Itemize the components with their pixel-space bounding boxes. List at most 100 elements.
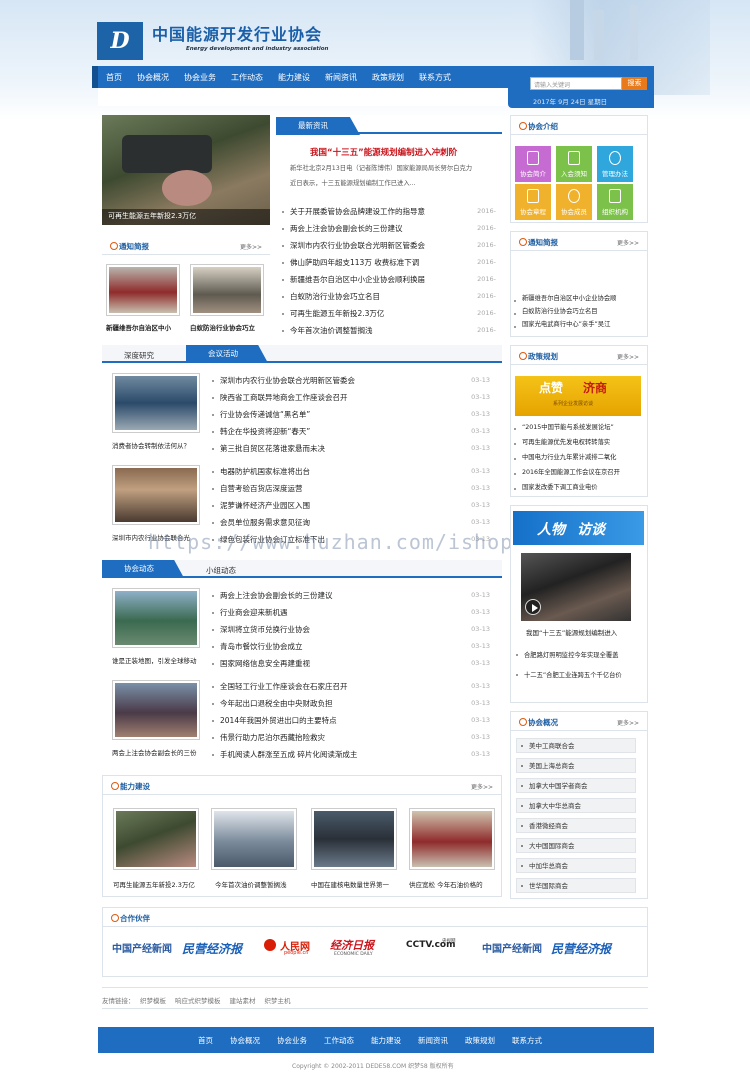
news-item-title[interactable]: 白蚁防治行业协会巧立名目 xyxy=(290,292,380,301)
notice-caption-2[interactable]: 白蚁防治行业协会巧立 xyxy=(190,322,268,332)
interview-banner[interactable]: 人物 访谈 xyxy=(513,511,644,545)
nav-item[interactable]: 协会业务 xyxy=(184,72,216,83)
list-item[interactable]: 合肥路灯照明监控今年实现全覆盖 xyxy=(514,646,644,666)
list-item-title[interactable]: 行业协会传递诚信“黑名单” xyxy=(220,410,310,419)
headline-link[interactable]: 我国“十三五”能源规划编制进入冲刺阶 xyxy=(310,146,457,158)
list-item[interactable]: 新疆维吾尔自治区中小企业协会顺 xyxy=(512,292,644,305)
list-item-title[interactable]: 深圳将立货币兑换行业协会 xyxy=(220,625,310,634)
list-item[interactable]: 国家发改委下调工商业电价 xyxy=(512,480,644,495)
list-item-title[interactable]: 青岛市餐饮行业协会成立 xyxy=(220,642,303,651)
news-item-title[interactable]: 新疆维吾尔自治区中小企业协会顺利换届 xyxy=(290,275,425,284)
list-item[interactable]: 手机阅读人群涨至五成 碎片化阅读渐成主 03-13 xyxy=(210,746,490,763)
list-item[interactable]: 韩企在华投资将迎新“春天” 03-13 xyxy=(210,423,490,440)
news-item-title[interactable]: 佛山萨助四年超支113万 收费标准下调 xyxy=(290,258,419,267)
list-item[interactable]: 泥萝谦怀经济产业园区入围 03-13 xyxy=(210,497,490,514)
capacity-photo-4[interactable] xyxy=(409,808,495,870)
assoc-item[interactable]: 加拿大中华总商会 xyxy=(516,798,636,813)
activity-photo-2[interactable] xyxy=(112,680,200,740)
capacity-photo-2[interactable] xyxy=(211,808,297,870)
list-item-title[interactable]: 电器防护机国家标准将出台 xyxy=(220,467,310,476)
list-item-title[interactable]: 手机阅读人群涨至五成 碎片化阅读渐成主 xyxy=(220,750,357,759)
intro-icon-profile[interactable]: 协会简介 xyxy=(515,146,551,182)
meeting-photo-1[interactable] xyxy=(112,373,200,433)
list-item-title[interactable]: 全国轻工行业工作座谈会在石家庄召开 xyxy=(220,682,348,691)
site-logo[interactable]: D xyxy=(97,22,143,60)
capacity-caption-1[interactable]: 可再生能源五年新投2.3万亿 xyxy=(113,879,203,889)
intro-icon-members[interactable]: 协会成员 xyxy=(556,184,592,220)
nav-item[interactable]: 联系方式 xyxy=(419,72,451,83)
meeting-photo-2[interactable] xyxy=(112,465,200,525)
list-item[interactable]: 国家光电武商行中心”亲手”吴江 xyxy=(512,318,644,331)
footer-nav-item[interactable]: 能力建设 xyxy=(371,1035,401,1046)
list-item[interactable]: 2016年全国能源工作会议在京召开 xyxy=(512,465,644,480)
friend-link[interactable]: 建站素材 xyxy=(230,995,256,1005)
news-item-title[interactable]: 可再生能源五年新投2.3万亿 xyxy=(290,309,384,318)
partner-logo-4[interactable]: 经济日报 ECONOMIC DAILY xyxy=(330,937,396,961)
news-item-title[interactable]: 深圳市内农行业协会联合光明新区管委会 xyxy=(290,241,425,250)
list-item[interactable]: 全国轻工行业工作座谈会在石家庄召开 03-13 xyxy=(210,678,490,695)
search-button[interactable]: 搜索 xyxy=(622,77,647,90)
news-item[interactable]: 佛山萨助四年超支113万 收费标准下调 2016- xyxy=(280,254,496,271)
list-item[interactable]: 中国电力行业九年累计减排二氧化 xyxy=(512,450,644,465)
footer-nav-item[interactable]: 协会业务 xyxy=(277,1035,307,1046)
capacity-caption-3[interactable]: 中国在建核电数量世界第一 xyxy=(311,879,401,889)
assoc-item[interactable]: 大中国国际商会 xyxy=(516,838,636,853)
list-item[interactable]: 2014年我国外贸进出口的主要特点 03-13 xyxy=(210,712,490,729)
activity-photo-1[interactable] xyxy=(112,588,200,648)
capacity-more-link[interactable]: 更多>> xyxy=(471,782,493,791)
notice-photo-2[interactable] xyxy=(190,264,264,316)
list-item[interactable]: 深圳将立货币兑换行业协会 03-13 xyxy=(210,621,490,638)
assoc-item[interactable]: 香港微经商会 xyxy=(516,818,636,833)
news-item[interactable]: 可再生能源五年新投2.3万亿 2016- xyxy=(280,305,496,322)
interview-video[interactable] xyxy=(521,553,631,621)
partner-logo-7[interactable]: 民营经济报 xyxy=(551,940,611,957)
list-item-title[interactable]: 会员单位服务需求意见征询 xyxy=(220,518,310,527)
tab-group-news[interactable]: 小组动态 xyxy=(206,565,236,576)
intro-icon-charter[interactable]: 协会章程 xyxy=(515,184,551,220)
partner-logo-1[interactable]: 中国产经新闻 xyxy=(112,940,172,955)
play-icon[interactable] xyxy=(525,599,541,615)
list-item[interactable]: 深圳市内农行业协会联合光明新区管委会 03-13 xyxy=(210,372,490,389)
partner-logo-5[interactable]: CCTV.com 央视网 xyxy=(406,938,468,960)
list-item[interactable]: 今年起出口退税全由中央财政负担 03-13 xyxy=(210,695,490,712)
list-item[interactable]: 行业商会迎来新机遇 03-13 xyxy=(210,604,490,621)
assoc-more-link[interactable]: 更多>> xyxy=(617,718,639,727)
intro-icon-org[interactable]: 组织机构 xyxy=(597,184,633,220)
footer-nav-item[interactable]: 政策规划 xyxy=(465,1035,495,1046)
assoc-item[interactable]: 美中工商联合会 xyxy=(516,738,636,753)
notice-right-more-link[interactable]: 更多>> xyxy=(617,238,639,247)
list-item[interactable]: “2015中国节能与系统发展论坛” xyxy=(512,420,644,435)
news-item-title[interactable]: 今年首次油价调整暂搁浅 xyxy=(290,326,373,335)
policy-banner[interactable]: 点赞 济商 系列企业发展访谈 xyxy=(515,376,641,416)
list-item-title[interactable]: 泥萝谦怀经济产业园区入围 xyxy=(220,501,310,510)
list-item[interactable]: 青岛市餐饮行业协会成立 03-13 xyxy=(210,638,490,655)
list-item-title[interactable]: 陕西省工商联异地商会工作座谈会召开 xyxy=(220,393,348,402)
footer-nav-item[interactable]: 工作动态 xyxy=(324,1035,354,1046)
featured-caption[interactable]: 可再生能源五年新投2.3万亿 xyxy=(108,211,196,221)
intro-icon-join[interactable]: 入会须知 xyxy=(556,146,592,182)
search-input[interactable]: 请输入关键词 xyxy=(530,77,622,90)
list-item-title[interactable]: 2014年我国外贸进出口的主要特点 xyxy=(220,716,337,725)
featured-photo[interactable]: 可再生能源五年新投2.3万亿 xyxy=(102,115,270,225)
list-item-title[interactable]: 伟景行助力尼泊尔西藏抬险救灾 xyxy=(220,733,325,742)
list-item[interactable]: 会员单位服务需求意见征询 03-13 xyxy=(210,514,490,531)
list-item-title[interactable]: 深圳市内农行业协会联合光明新区管委会 xyxy=(220,376,355,385)
list-item[interactable]: 十二五”合肥工业连跨五个千亿台价 xyxy=(514,666,644,686)
assoc-item[interactable]: 世华国际商会 xyxy=(516,878,636,893)
footer-nav-item[interactable]: 首页 xyxy=(198,1035,213,1046)
news-item-title[interactable]: 两会上注会协会副会长的三份建议 xyxy=(290,224,403,233)
list-item[interactable]: 电器防护机国家标准将出台 03-13 xyxy=(210,463,490,480)
capacity-caption-4[interactable]: 供应宽松 今年石油价格的 xyxy=(409,879,495,889)
footer-nav-item[interactable]: 联系方式 xyxy=(512,1035,542,1046)
news-item[interactable]: 今年首次油价调整暂搁浅 2016- xyxy=(280,322,496,339)
nav-item[interactable]: 工作动态 xyxy=(231,72,263,83)
policy-more-link[interactable]: 更多>> xyxy=(617,352,639,361)
assoc-item[interactable]: 美国上海总商会 xyxy=(516,758,636,773)
footer-nav-item[interactable]: 新闻资讯 xyxy=(418,1035,448,1046)
footer-nav-item[interactable]: 协会概况 xyxy=(230,1035,260,1046)
list-item[interactable]: 伟景行助力尼泊尔西藏抬险救灾 03-13 xyxy=(210,729,490,746)
tab-latest-news[interactable]: 最新资讯 xyxy=(276,117,360,135)
list-item[interactable]: 行业协会传递诚信“黑名单” 03-13 xyxy=(210,406,490,423)
friend-link[interactable]: 织梦模板 xyxy=(140,995,166,1005)
list-item[interactable]: 两会上注会协会副会长的三份建议 03-13 xyxy=(210,587,490,604)
